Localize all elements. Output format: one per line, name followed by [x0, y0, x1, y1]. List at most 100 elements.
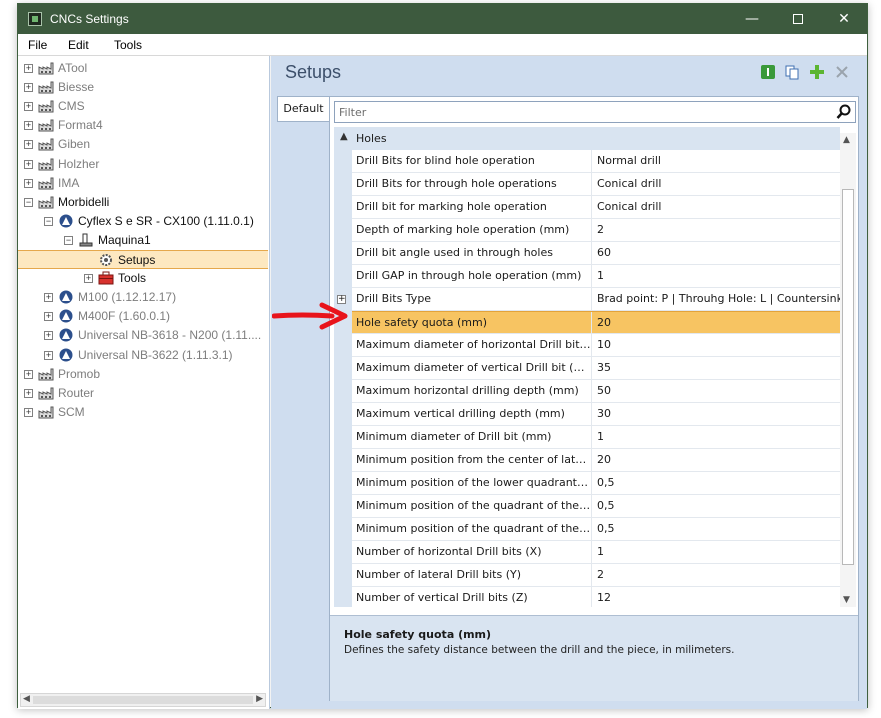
property-value[interactable]: 2 — [594, 564, 840, 586]
delete-icon[interactable] — [834, 64, 850, 80]
property-row[interactable]: Number of horizontal Drill bits (X) 1 — [352, 541, 840, 564]
property-row[interactable]: Drill bit for marking hole operation Coni… — [352, 196, 840, 219]
property-value[interactable]: 35 — [594, 357, 840, 379]
property-row[interactable]: Minimum position from the center of late… — [352, 449, 840, 472]
tree-item[interactable]: + Biesse — [18, 78, 268, 97]
property-value[interactable]: 1 — [594, 541, 840, 563]
property-value[interactable]: Conical drill — [594, 196, 840, 218]
property-value[interactable]: 0,5 — [594, 472, 840, 494]
horizontal-scrollbar[interactable]: ◀ ▶ — [20, 693, 266, 707]
tree-item[interactable]: − Maquina1 — [18, 231, 268, 250]
expand-icon[interactable]: + — [84, 274, 93, 284]
property-row[interactable]: Maximum diameter of vertical Drill bit (… — [352, 357, 840, 380]
category-holes[interactable]: ▲ Holes — [334, 127, 840, 150]
collapse-icon[interactable]: − — [64, 235, 73, 245]
property-row[interactable]: Drill GAP in through hole operation (mm)… — [352, 265, 840, 288]
property-row[interactable]: Hole safety quota (mm) 20 — [352, 311, 840, 334]
minimize-button[interactable]: — — [729, 4, 775, 34]
property-row[interactable]: Minimum position of the quadrant of the … — [352, 518, 840, 541]
tree-item[interactable]: + Tools — [18, 269, 268, 288]
tree-item[interactable]: + CMS — [18, 97, 268, 116]
property-row[interactable]: Maximum horizontal drilling depth (mm) 50 — [352, 380, 840, 403]
tree-item[interactable]: + ATool — [18, 59, 268, 78]
property-value[interactable]: Conical drill — [594, 173, 840, 195]
property-value[interactable]: 0,5 — [594, 495, 840, 517]
property-value[interactable]: 60 — [594, 242, 840, 264]
expand-icon[interactable]: + — [24, 159, 33, 169]
maximize-button[interactable] — [775, 4, 821, 34]
copy-icon[interactable] — [784, 64, 800, 80]
property-value[interactable]: 20 — [594, 449, 840, 471]
tab-default[interactable]: Default — [277, 96, 329, 122]
scroll-thumb[interactable] — [33, 696, 253, 704]
expand-icon[interactable]: + — [24, 140, 33, 150]
property-row[interactable]: Drill bit angle used in through holes 60 — [352, 242, 840, 265]
expand-icon[interactable]: + — [44, 293, 53, 303]
property-value[interactable]: 10 — [594, 334, 840, 356]
property-value[interactable]: 1 — [594, 265, 840, 287]
scroll-left-icon[interactable]: ◀ — [23, 694, 30, 704]
search-icon[interactable] — [836, 104, 852, 120]
property-row[interactable]: Number of vertical Drill bits (Z) 12 — [352, 587, 840, 607]
property-value[interactable]: 1 — [594, 426, 840, 448]
expand-icon[interactable]: + — [24, 83, 33, 93]
property-row[interactable]: Depth of marking hole operation (mm) 2 — [352, 219, 840, 242]
expand-icon[interactable]: + — [24, 407, 33, 417]
property-row[interactable]: Maximum diameter of horizontal Drill bit… — [352, 334, 840, 357]
property-value[interactable]: 30 — [594, 403, 840, 425]
property-row[interactable]: Minimum position of the lower quadrant o… — [352, 472, 840, 495]
property-value[interactable]: Brad point: P | Throuhg Hole: L | Counte… — [594, 288, 840, 310]
tree-item[interactable]: + IMA — [18, 174, 268, 193]
filter-input[interactable] — [337, 103, 827, 121]
property-row[interactable]: Drill Bits for through hole operations Co… — [352, 173, 840, 196]
tree-item[interactable]: + Universal NB-3618 - N200 (1.11.... — [18, 326, 268, 345]
tree-item[interactable]: + Router — [18, 384, 268, 403]
property-value[interactable]: 0,5 — [594, 518, 840, 540]
expand-icon[interactable]: + — [24, 102, 33, 112]
tree-item[interactable]: − Cyflex S e SR - CX100 (1.11.0.1) — [18, 212, 268, 231]
tree-item[interactable]: + Holzher — [18, 155, 268, 174]
vertical-scrollbar[interactable]: ▲ ▼ — [840, 133, 856, 607]
property-row[interactable]: Minimum diameter of Drill bit (mm) 1 — [352, 426, 840, 449]
expand-icon[interactable]: + — [24, 178, 33, 188]
tree-item[interactable]: − Morbidelli — [18, 193, 268, 212]
collapse-icon[interactable]: − — [44, 216, 53, 226]
tree-item[interactable]: + Format4 — [18, 116, 268, 135]
collapse-icon[interactable]: ▲ — [340, 131, 348, 142]
menu-file[interactable]: File — [28, 38, 47, 52]
tree-item[interactable]: + Giben — [18, 135, 268, 154]
menu-edit[interactable]: Edit — [68, 38, 89, 52]
tree-item[interactable]: + SCM — [18, 403, 268, 422]
property-row[interactable]: Drill Bits for blind hole operation Norma… — [352, 150, 840, 173]
property-row[interactable]: Number of lateral Drill bits (Y) 2 — [352, 564, 840, 587]
property-row[interactable]: Drill Bits Type Brad point: P | Throuhg H… — [352, 288, 840, 311]
property-value[interactable]: 2 — [594, 219, 840, 241]
expand-icon[interactable]: + — [24, 121, 33, 131]
expand-icon[interactable]: + — [24, 369, 33, 379]
info-icon[interactable] — [760, 64, 776, 80]
scroll-down-icon[interactable]: ▼ — [843, 595, 850, 605]
property-value[interactable]: Normal drill — [594, 150, 840, 172]
property-value[interactable]: 20 — [594, 312, 840, 334]
scroll-right-icon[interactable]: ▶ — [256, 694, 263, 704]
scroll-thumb[interactable] — [842, 189, 854, 565]
expand-icon[interactable]: + — [44, 331, 53, 341]
tree-item[interactable]: + Promob — [18, 365, 268, 384]
expand-icon[interactable]: + — [44, 312, 53, 322]
scroll-up-icon[interactable]: ▲ — [843, 135, 850, 145]
close-button[interactable]: ✕ — [821, 4, 867, 34]
tree-item[interactable]: + Universal NB-3622 (1.11.3.1) — [18, 346, 268, 365]
property-row[interactable]: Maximum vertical drilling depth (mm) 30 — [352, 403, 840, 426]
tree-item[interactable]: + M100 (1.12.12.17) — [18, 288, 268, 307]
expand-icon[interactable]: + — [24, 388, 33, 398]
expand-icon[interactable]: + — [44, 350, 53, 360]
collapse-icon[interactable]: − — [24, 197, 33, 207]
tree-item[interactable]: + M400F (1.60.0.1) — [18, 307, 268, 326]
menu-tools[interactable]: Tools — [114, 38, 142, 52]
add-icon[interactable] — [809, 64, 825, 80]
property-value[interactable]: 50 — [594, 380, 840, 402]
title-bar[interactable]: CNCs Settings — ✕ — [18, 4, 867, 34]
property-value[interactable]: 12 — [594, 587, 840, 607]
tree-item[interactable]: Setups — [18, 250, 268, 269]
expand-icon[interactable]: + — [24, 64, 33, 73]
